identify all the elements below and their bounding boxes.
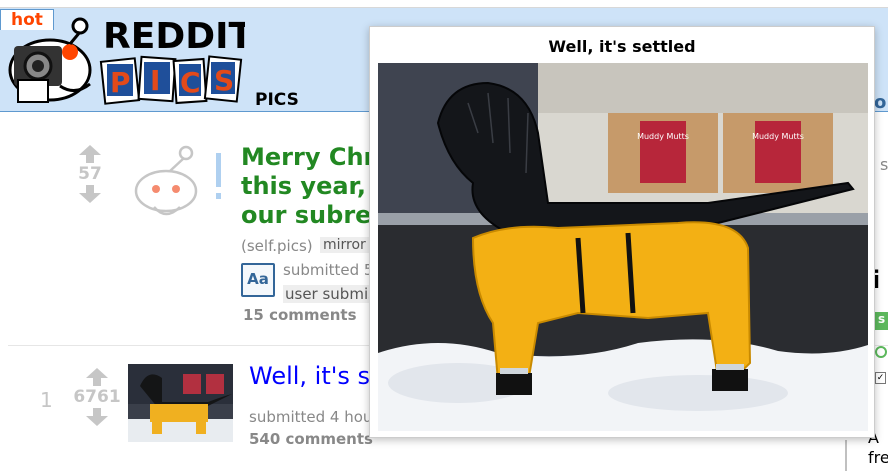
svg-text:I: I (150, 64, 160, 97)
author-flair: user submiss (283, 285, 371, 303)
radio-icon[interactable] (875, 346, 887, 358)
post-score: 6761 (73, 387, 121, 407)
post-thumbnail[interactable] (128, 364, 233, 442)
browser-top-strip (0, 0, 888, 8)
sidebar-divider (845, 440, 847, 471)
sidebar-fragment-text: o (874, 92, 887, 113)
self-post-alien-icon[interactable] (132, 145, 232, 225)
post-title-line-1[interactable]: Merry Chr (241, 143, 381, 172)
comments-link[interactable]: 540 comments (249, 430, 373, 448)
sign-text: Muddy Mutts (637, 132, 689, 141)
sign-text: Muddy Mutts (752, 132, 804, 141)
post-flair: mirror (320, 237, 370, 253)
sidebar-fragment-text: fre (868, 448, 888, 467)
checkbox-icon[interactable]: ✓ (875, 372, 886, 384)
downvote-icon[interactable] (79, 185, 101, 203)
vote-widget: 57 (70, 145, 110, 203)
post-title-line-3[interactable]: our subre (241, 201, 381, 230)
post-tagline: submitted 5 (283, 261, 371, 279)
post-title[interactable]: Merry Chr this year, our subre (241, 143, 381, 230)
svg-text:P: P (110, 66, 131, 99)
post-rank: 1 (40, 388, 53, 412)
upvote-icon[interactable] (79, 145, 101, 163)
svg-text:C: C (180, 66, 201, 99)
reddit-pics-logo[interactable]: REDDIT P I C S (0, 8, 245, 112)
sidebar-submit-button[interactable]: s (875, 312, 888, 330)
post-title[interactable]: Well, it's se (249, 362, 379, 390)
svg-text:S: S (214, 64, 234, 97)
popup-image[interactable]: Muddy Mutts Muddy Mutts (378, 63, 868, 431)
popup-title: Well, it's settled (548, 37, 696, 56)
downvote-icon[interactable] (86, 408, 108, 426)
post-tagline: submitted 4 hour (249, 408, 379, 426)
post-score: 57 (78, 164, 102, 184)
post-domain[interactable]: (self.pics) (241, 237, 313, 255)
moderator-text-icon: Aa (241, 263, 275, 297)
comments-link[interactable]: 15 comments (243, 306, 357, 324)
upvote-icon[interactable] (86, 368, 108, 386)
subreddit-name-tab[interactable]: PICS (255, 90, 299, 110)
sidebar-fragment-text: s (880, 155, 888, 174)
image-preview-popup[interactable]: Well, it's settled Muddy Mutts Muddy Mut… (369, 26, 875, 438)
vote-widget: 6761 (72, 368, 122, 426)
post-title-line-2[interactable]: this year, (241, 172, 381, 201)
logo-text-reddit: REDDIT (103, 16, 245, 57)
